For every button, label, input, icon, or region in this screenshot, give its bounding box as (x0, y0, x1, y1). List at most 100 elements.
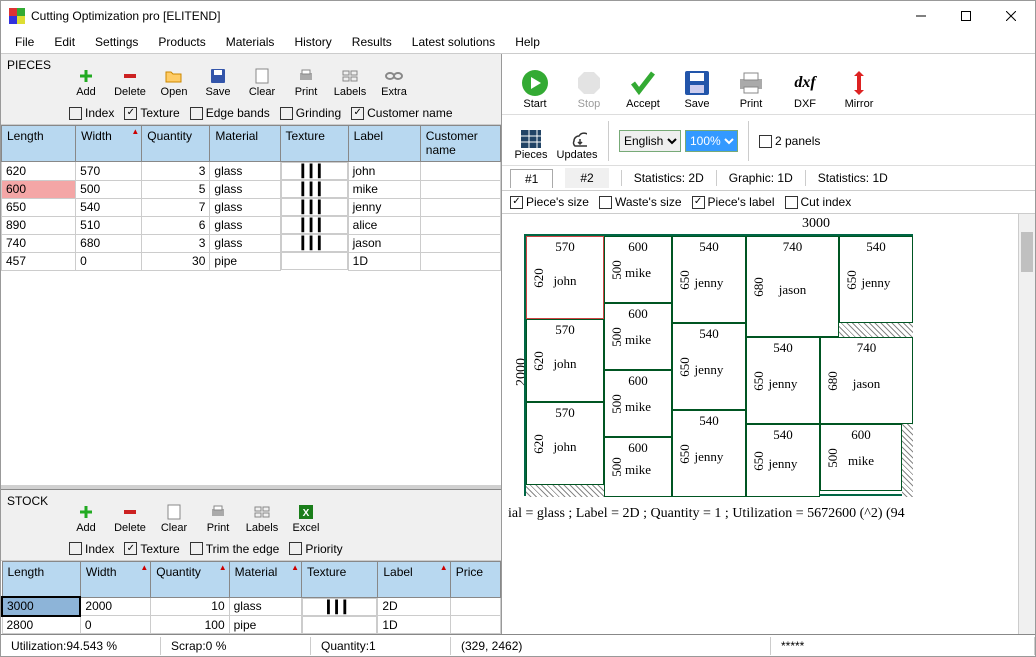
menu-history[interactable]: History (286, 33, 339, 51)
diagram-check-3[interactable]: Cut index (785, 195, 852, 209)
cut-piece[interactable]: 740680jason (820, 337, 913, 424)
table-row[interactable]: 28000100pipe1D (2, 616, 501, 634)
pieces-labels-button[interactable]: Labels (329, 56, 371, 100)
menu-edit[interactable]: Edit (46, 33, 83, 51)
stock-labels-button[interactable]: Labels (241, 492, 283, 536)
graphic-1d-link[interactable]: Graphic: 1D (729, 171, 793, 185)
pieces-extra-button[interactable]: Extra (373, 56, 415, 100)
table-row[interactable]: 8905106glass▎▎▎alice (2, 216, 501, 234)
stock-check-1[interactable]: ✓Texture (124, 542, 179, 556)
stock-clear-button[interactable]: Clear (153, 492, 195, 536)
pieces-print-button[interactable]: Print (285, 56, 327, 100)
stock-delete-button[interactable]: Delete (109, 492, 151, 536)
result-print-button[interactable]: Print (726, 58, 776, 112)
pieces-check-3[interactable]: Grinding (280, 106, 341, 120)
two-panels-checkbox[interactable]: 2 panels (759, 134, 820, 148)
column-header[interactable]: Quantity (142, 126, 210, 162)
menu-settings[interactable]: Settings (87, 33, 146, 51)
pieces-view-button[interactable]: Pieces (510, 119, 552, 163)
cut-piece[interactable]: 570620john (526, 319, 604, 402)
pieces-table[interactable]: LengthWidth▲QuantityMaterialTextureLabel… (1, 125, 501, 271)
menu-help[interactable]: Help (507, 33, 548, 51)
cut-piece[interactable]: 600500mike (820, 424, 902, 491)
cut-piece[interactable]: 570620john (526, 236, 604, 319)
column-header[interactable]: Length (2, 126, 76, 162)
pieces-check-4[interactable]: ✓Customer name (351, 106, 452, 120)
dxf-button[interactable]: dxfDXF (780, 58, 830, 112)
zoom-select[interactable]: 100% (685, 130, 738, 152)
stock-check-0[interactable]: Index (69, 542, 114, 556)
cut-piece[interactable]: 540650jenny (839, 236, 913, 323)
column-header[interactable]: Customer name (420, 126, 500, 162)
cut-piece[interactable]: 600500mike (604, 303, 672, 370)
checkbox-icon: ✓ (124, 107, 137, 120)
stop-button[interactable]: Stop (564, 58, 614, 112)
column-header[interactable]: Texture (301, 561, 377, 597)
stock-print-button[interactable]: Print (197, 492, 239, 536)
pieces-check-0[interactable]: Index (69, 106, 114, 120)
stock-table[interactable]: LengthWidth▲Quantity▲Material▲TextureLab… (1, 561, 501, 635)
stats-2d-link[interactable]: Statistics: 2D (634, 171, 704, 185)
pieces-add-button[interactable]: Add (65, 56, 107, 100)
cut-piece[interactable]: 540650jenny (746, 424, 820, 497)
column-header[interactable]: Length (2, 561, 80, 597)
column-header[interactable]: Price (450, 561, 500, 597)
minimize-button[interactable] (898, 2, 943, 30)
column-header[interactable]: Texture (280, 126, 348, 162)
column-header[interactable]: Quantity▲ (151, 561, 229, 597)
diagram-check-0[interactable]: ✓Piece's size (510, 195, 589, 209)
pieces-save-button[interactable]: Save (197, 56, 239, 100)
pieces-clear-button[interactable]: Clear (241, 56, 283, 100)
maximize-button[interactable] (943, 2, 988, 30)
column-header[interactable]: Width▲ (80, 561, 150, 597)
pieces-check-2[interactable]: Edge bands (190, 106, 270, 120)
column-header[interactable]: Material (210, 126, 280, 162)
close-button[interactable] (988, 2, 1033, 30)
stock-check-3[interactable]: Priority (289, 542, 342, 556)
table-row[interactable]: 7406803glass▎▎▎jason (2, 234, 501, 252)
cut-piece[interactable]: 540650jenny (672, 323, 746, 410)
pieces-check-1[interactable]: ✓Texture (124, 106, 179, 120)
tab-1[interactable]: #1 (510, 169, 553, 188)
cut-piece[interactable]: 600500mike (604, 370, 672, 437)
accept-button[interactable]: Accept (618, 58, 668, 112)
result-save-button[interactable]: Save (672, 58, 722, 112)
updates-button[interactable]: Updates (556, 119, 598, 163)
waste-area (839, 323, 913, 337)
menu-products[interactable]: Products (150, 33, 213, 51)
diagram-check-1[interactable]: Waste's size (599, 195, 682, 209)
menu-file[interactable]: File (7, 33, 42, 51)
column-header[interactable]: Label (348, 126, 420, 162)
cut-piece[interactable]: 740680jason (746, 236, 839, 337)
stock-check-2[interactable]: Trim the edge (190, 542, 280, 556)
language-select[interactable]: English (619, 130, 681, 152)
cutting-diagram[interactable]: 3000 2000 570620john600500mike540650jenn… (502, 214, 1035, 634)
mirror-button[interactable]: Mirror (834, 58, 884, 112)
stock-excel-button[interactable]: XExcel (285, 492, 327, 536)
start-button[interactable]: Start (510, 58, 560, 112)
column-header[interactable]: Material▲ (229, 561, 301, 597)
cut-piece[interactable]: 540650jenny (672, 236, 746, 323)
column-header[interactable]: Width▲ (76, 126, 142, 162)
vertical-scrollbar[interactable] (1018, 214, 1035, 634)
stats-1d-link[interactable]: Statistics: 1D (818, 171, 888, 185)
pieces-delete-button[interactable]: Delete (109, 56, 151, 100)
pieces-open-button[interactable]: Open (153, 56, 195, 100)
menu-latest-solutions[interactable]: Latest solutions (404, 33, 503, 51)
table-row[interactable]: 3000200010glass▎▎▎2D (2, 597, 501, 616)
table-row[interactable]: 457030pipe1D (2, 252, 501, 270)
table-row[interactable]: 6005005glass▎▎▎mike (2, 180, 501, 198)
tab-2[interactable]: #2 (565, 168, 608, 188)
cut-piece[interactable]: 570620john (526, 402, 604, 485)
table-row[interactable]: 6505407glass▎▎▎jenny (2, 198, 501, 216)
cut-piece[interactable]: 540650jenny (746, 337, 820, 424)
cut-piece[interactable]: 540650jenny (672, 410, 746, 497)
menu-results[interactable]: Results (344, 33, 400, 51)
column-header[interactable]: Label▲ (378, 561, 450, 597)
table-row[interactable]: 6205703glass▎▎▎john (2, 162, 501, 181)
cut-piece[interactable]: 600500mike (604, 437, 672, 497)
menu-materials[interactable]: Materials (218, 33, 283, 51)
stock-add-button[interactable]: Add (65, 492, 107, 536)
diagram-check-2[interactable]: ✓Piece's label (692, 195, 775, 209)
cut-piece[interactable]: 600500mike (604, 236, 672, 303)
